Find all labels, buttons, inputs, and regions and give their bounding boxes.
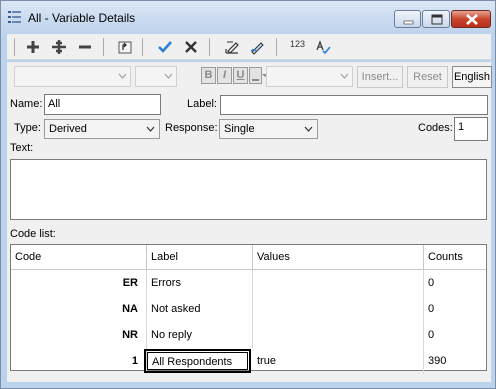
edit-text-button[interactable] bbox=[222, 37, 242, 57]
label-cell[interactable]: Not asked bbox=[147, 296, 253, 322]
toolbar-separator bbox=[276, 38, 277, 56]
column-header-counts[interactable]: Counts bbox=[424, 245, 486, 270]
response-select[interactable]: Single bbox=[219, 119, 318, 139]
format-toolbar: B I U Insert... Reset English bbox=[7, 62, 492, 90]
column-header-values[interactable]: Values bbox=[253, 245, 424, 270]
numbering-icon: 123 bbox=[290, 39, 306, 49]
edit-text-icon bbox=[225, 41, 239, 54]
minimize-button[interactable] bbox=[394, 10, 421, 28]
code-cell: ER bbox=[11, 270, 147, 296]
type-select-value: Derived bbox=[49, 123, 87, 135]
add-code-button[interactable] bbox=[23, 37, 43, 57]
code-cell: 1 bbox=[11, 348, 147, 374]
font-size-combo[interactable] bbox=[135, 66, 177, 87]
question-text-area[interactable] bbox=[10, 159, 487, 220]
text-color-button[interactable] bbox=[249, 67, 262, 84]
table-row[interactable]: 1 All Respondents true 390 bbox=[11, 348, 486, 374]
chevron-down-icon bbox=[146, 126, 155, 132]
toolbar-separator bbox=[14, 38, 15, 56]
accept-icon bbox=[158, 41, 172, 53]
text-label: Text: bbox=[10, 142, 34, 154]
toolbar-separator bbox=[209, 38, 210, 56]
minimize-icon bbox=[403, 20, 414, 25]
insert-button[interactable]: Insert... bbox=[357, 66, 403, 88]
chevron-down-icon bbox=[118, 73, 127, 79]
add-icon bbox=[27, 41, 39, 53]
values-cell[interactable] bbox=[253, 322, 424, 348]
code-cell: NR bbox=[11, 322, 147, 348]
variable-details-window: All - Variable Details 123 B I U Insert.… bbox=[0, 0, 496, 389]
label-cell[interactable]: No reply bbox=[147, 322, 253, 348]
up-level-icon bbox=[118, 41, 132, 54]
label-cell-selected[interactable]: All Respondents bbox=[144, 349, 251, 373]
chevron-down-icon bbox=[340, 73, 349, 79]
insert-code-button[interactable] bbox=[49, 37, 69, 57]
remove-code-button[interactable] bbox=[75, 37, 95, 57]
edit-pencil-button[interactable] bbox=[247, 37, 267, 57]
insert-icon bbox=[52, 40, 66, 54]
main-toolbar: 123 bbox=[7, 34, 491, 60]
spellcheck-button[interactable] bbox=[313, 37, 333, 57]
maximize-icon bbox=[431, 14, 443, 25]
column-header-label[interactable]: Label bbox=[147, 245, 253, 270]
code-list-label: Code list: bbox=[10, 228, 56, 240]
title-bar: All - Variable Details bbox=[1, 1, 495, 33]
bold-button[interactable]: B bbox=[201, 67, 216, 84]
values-cell[interactable] bbox=[253, 296, 424, 322]
underline-button[interactable]: U bbox=[233, 67, 248, 84]
codes-label: Codes: bbox=[418, 122, 453, 134]
type-label: Type: bbox=[14, 122, 41, 134]
language-button[interactable]: English bbox=[452, 66, 492, 88]
name-label: Name: bbox=[10, 98, 43, 110]
text-color-icon bbox=[252, 79, 259, 81]
numbering-button[interactable]: 123 bbox=[288, 37, 310, 57]
chevron-down-icon bbox=[164, 73, 173, 79]
counts-cell: 0 bbox=[428, 303, 435, 315]
code-list-table: Code Label Values Counts ER Errors 0 NA … bbox=[10, 244, 487, 374]
counts-cell: 0 bbox=[428, 277, 435, 289]
name-field[interactable]: All bbox=[44, 94, 161, 115]
style-combo[interactable] bbox=[266, 66, 353, 87]
maximize-button[interactable] bbox=[422, 10, 450, 28]
label-label: Label: bbox=[187, 98, 217, 110]
toolbar-separator bbox=[142, 38, 143, 56]
codes-field[interactable]: 1 bbox=[454, 117, 488, 141]
close-icon bbox=[466, 14, 478, 25]
type-select[interactable]: Derived bbox=[44, 119, 160, 139]
response-select-value: Single bbox=[224, 123, 255, 135]
label-field[interactable] bbox=[220, 95, 488, 115]
chevron-down-icon bbox=[304, 126, 313, 132]
table-row[interactable]: ER Errors 0 bbox=[11, 270, 486, 296]
response-label: Response: bbox=[165, 122, 218, 134]
font-name-combo[interactable] bbox=[14, 66, 131, 87]
close-button[interactable] bbox=[451, 10, 491, 28]
remove-icon bbox=[79, 45, 91, 49]
italic-button[interactable]: I bbox=[217, 67, 232, 84]
variable-list-icon bbox=[8, 11, 21, 23]
edit-pencil-icon bbox=[250, 42, 264, 55]
table-row[interactable]: NA Not asked 0 bbox=[11, 296, 486, 322]
cancel-button[interactable] bbox=[181, 37, 201, 57]
column-header-code[interactable]: Code bbox=[11, 245, 147, 270]
cancel-icon bbox=[185, 41, 197, 53]
toolbar-separator bbox=[103, 38, 104, 56]
table-row[interactable]: NR No reply 0 bbox=[11, 322, 486, 348]
reset-button[interactable]: Reset bbox=[407, 66, 448, 88]
counts-cell: 0 bbox=[428, 329, 435, 341]
spellcheck-icon bbox=[316, 40, 331, 55]
table-header: Code Label Values Counts bbox=[11, 245, 486, 270]
counts-cell: 390 bbox=[428, 355, 447, 367]
details-panel: Name: All Label: Type: Derived Response:… bbox=[7, 90, 491, 382]
label-cell[interactable]: Errors bbox=[147, 270, 253, 296]
values-cell[interactable]: true bbox=[253, 348, 424, 374]
up-level-button[interactable] bbox=[115, 37, 135, 57]
values-cell[interactable] bbox=[253, 270, 424, 296]
window-title: All - Variable Details bbox=[28, 11, 136, 25]
code-cell: NA bbox=[11, 296, 147, 322]
accept-button[interactable] bbox=[155, 37, 175, 57]
